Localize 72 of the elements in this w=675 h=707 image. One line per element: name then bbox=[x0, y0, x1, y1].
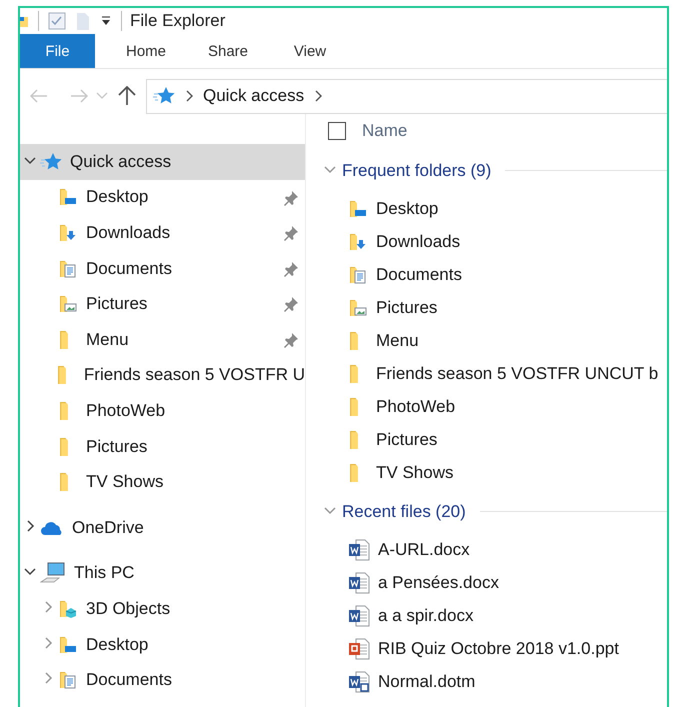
pin-icon[interactable] bbox=[283, 190, 299, 206]
pictures-folder-icon bbox=[58, 294, 78, 314]
document-file-icon bbox=[348, 572, 370, 594]
pin-icon[interactable] bbox=[283, 260, 299, 277]
ribbon-tab[interactable]: Share bbox=[197, 34, 259, 68]
chevron-right-icon[interactable] bbox=[314, 90, 322, 102]
item-name[interactable]: Downloads bbox=[376, 232, 460, 252]
item-name[interactable]: a Pensées.docx bbox=[378, 572, 499, 592]
item-name[interactable]: Pictures bbox=[376, 430, 438, 450]
desktop-folder-icon bbox=[58, 634, 78, 655]
item-name[interactable]: Pictures bbox=[376, 298, 438, 318]
downloads-folder-icon bbox=[348, 232, 368, 252]
item-name[interactable]: RIB Quiz Octobre 2018 v1.0.ppt bbox=[378, 638, 619, 658]
item-name[interactable]: A-URL.docx bbox=[378, 540, 470, 560]
nav-tree-item[interactable]: Quick access bbox=[20, 144, 305, 180]
address-bar[interactable]: Quick access bbox=[146, 78, 667, 114]
nav-tree-item[interactable]: Documents bbox=[20, 662, 305, 698]
nav-tree-item[interactable]: Menu bbox=[20, 322, 305, 358]
select-all-checkbox[interactable] bbox=[328, 122, 346, 140]
document-file-icon bbox=[348, 604, 370, 626]
item-name[interactable]: Documents bbox=[376, 264, 462, 284]
nav-tree-item[interactable]: Pictures bbox=[20, 286, 305, 322]
item-name[interactable]: Friends season 5 VOSTFR UNCUT b bbox=[376, 364, 658, 384]
item-name[interactable]: Menu bbox=[376, 330, 419, 350]
documents-folder-icon bbox=[58, 258, 78, 279]
star-icon bbox=[153, 86, 175, 106]
group-header[interactable]: Frequent folders (9) bbox=[342, 160, 492, 180]
chevron-down-icon bbox=[96, 92, 108, 100]
nav-tree-item[interactable]: TV Shows bbox=[20, 464, 305, 500]
nav-tree-item[interactable]: 3D Objects bbox=[20, 591, 305, 627]
document-template-icon bbox=[348, 670, 370, 692]
group-header[interactable]: Recent files (20) bbox=[342, 502, 466, 522]
checkmark-document-icon[interactable] bbox=[47, 11, 67, 31]
desktop-folder-icon bbox=[58, 187, 78, 208]
pin-icon[interactable] bbox=[283, 332, 299, 348]
nav-tree-item[interactable]: Documents bbox=[20, 250, 305, 286]
chevron-right-icon[interactable] bbox=[185, 90, 193, 102]
documents-folder-icon bbox=[58, 670, 78, 690]
star-icon bbox=[40, 152, 62, 172]
nav-tree-item[interactable]: Friends season 5 VOSTFR U bbox=[20, 358, 305, 394]
nav-tree-item[interactable]: This PC bbox=[20, 556, 305, 592]
computer-icon bbox=[40, 562, 66, 584]
nav-tree-item[interactable]: Desktop bbox=[20, 626, 305, 662]
documents-folder-icon bbox=[348, 264, 368, 284]
pictures-folder-icon bbox=[348, 298, 368, 318]
pin-icon[interactable] bbox=[283, 296, 299, 312]
nav-tree-item[interactable]: PhotoWeb bbox=[20, 393, 305, 429]
downloads-folder-icon bbox=[58, 222, 78, 243]
cube-folder-icon bbox=[58, 598, 78, 619]
address-location[interactable]: Quick access bbox=[203, 86, 304, 106]
desktop-folder-icon bbox=[348, 198, 368, 218]
back-arrow-icon bbox=[30, 89, 48, 103]
cloud-icon bbox=[40, 520, 64, 536]
pin-icon[interactable] bbox=[283, 225, 299, 242]
item-name[interactable]: Normal.dotm bbox=[378, 672, 476, 692]
document-file-icon bbox=[348, 538, 370, 560]
nav-tree-item[interactable]: Desktop bbox=[20, 180, 305, 216]
nav-tree-item[interactable]: OneDrive bbox=[20, 510, 305, 546]
item-name[interactable]: TV Shows bbox=[376, 462, 454, 482]
item-name[interactable]: PhotoWeb bbox=[376, 396, 456, 416]
nav-tree-item[interactable]: Downloads bbox=[20, 215, 305, 251]
file-menu-button[interactable]: File bbox=[20, 34, 95, 68]
item-name[interactable]: Desktop bbox=[376, 198, 438, 218]
name-column-header[interactable]: Name bbox=[362, 121, 408, 141]
item-name[interactable]: a a spir.docx bbox=[378, 606, 474, 626]
ribbon-tab[interactable]: View bbox=[279, 34, 341, 68]
nav-tree-item[interactable]: Pictures bbox=[20, 428, 305, 464]
forward-arrow-icon bbox=[70, 89, 88, 103]
window-title: File Explorer bbox=[130, 11, 226, 31]
ribbon-tab[interactable]: Home bbox=[115, 34, 177, 68]
up-arrow-icon bbox=[118, 86, 136, 106]
presentation-file-icon bbox=[348, 638, 370, 660]
